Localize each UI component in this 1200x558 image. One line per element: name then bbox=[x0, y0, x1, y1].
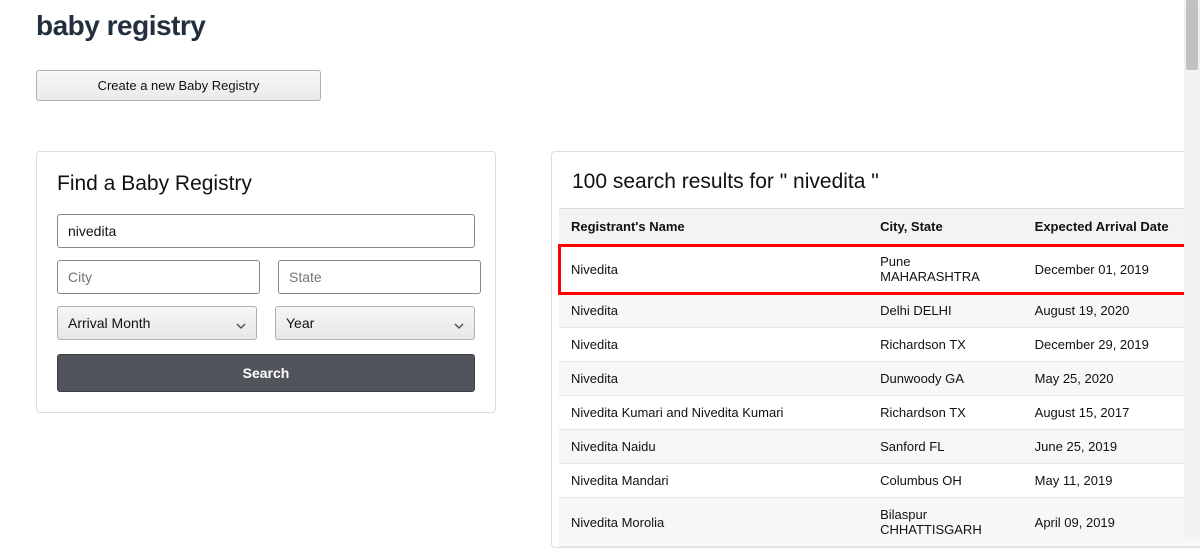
cell-registrant-name: Nivedita bbox=[559, 362, 868, 396]
cell-registrant-name: Nivedita Mandari bbox=[559, 464, 868, 498]
cell-city-state: Bilaspur CHHATTISGARH bbox=[868, 498, 1023, 547]
city-input[interactable] bbox=[57, 260, 260, 294]
cell-city-state: Columbus OH bbox=[868, 464, 1023, 498]
cell-expected-date: June 25, 2019 bbox=[1023, 430, 1200, 464]
cell-expected-date: August 15, 2017 bbox=[1023, 396, 1200, 430]
cell-expected-date: August 19, 2020 bbox=[1023, 294, 1200, 328]
col-head-date: Expected Arrival Date bbox=[1023, 209, 1200, 245]
cell-registrant-name: Nivedita bbox=[559, 294, 868, 328]
arrival-month-label: Arrival Month bbox=[68, 315, 150, 331]
cell-expected-date: May 25, 2020 bbox=[1023, 362, 1200, 396]
table-row[interactable]: Nivedita MoroliaBilaspur CHHATTISGARHApr… bbox=[559, 498, 1200, 547]
cell-city-state: Dunwoody GA bbox=[868, 362, 1023, 396]
cell-expected-date: December 29, 2019 bbox=[1023, 328, 1200, 362]
results-title: 100 search results for " nivedita " bbox=[552, 152, 1200, 208]
chevron-down-icon bbox=[236, 318, 246, 328]
chevron-down-icon bbox=[454, 318, 464, 328]
table-row[interactable]: Nivedita Kumari and Nivedita KumariRicha… bbox=[559, 396, 1200, 430]
arrival-month-select[interactable]: Arrival Month bbox=[57, 306, 257, 340]
page-title: baby registry bbox=[36, 10, 1164, 42]
table-row[interactable]: Nivedita NaiduSanford FLJune 25, 2019 bbox=[559, 430, 1200, 464]
col-head-name: Registrant's Name bbox=[559, 209, 868, 245]
cell-expected-date: May 11, 2019 bbox=[1023, 464, 1200, 498]
find-registry-title: Find a Baby Registry bbox=[57, 172, 475, 196]
cell-expected-date: December 01, 2019 bbox=[1023, 245, 1200, 294]
table-row[interactable]: NiveditaRichardson TXDecember 29, 2019 bbox=[559, 328, 1200, 362]
cell-city-state: Delhi DELHI bbox=[868, 294, 1023, 328]
year-select[interactable]: Year bbox=[275, 306, 475, 340]
scrollbar-thumb[interactable] bbox=[1186, 0, 1198, 70]
results-card: 100 search results for " nivedita " Regi… bbox=[551, 151, 1200, 548]
scrollbar[interactable] bbox=[1184, 0, 1200, 537]
table-row[interactable]: Nivedita MandariColumbus OHMay 11, 2019 bbox=[559, 464, 1200, 498]
table-row[interactable]: NiveditaDunwoody GAMay 25, 2020 bbox=[559, 362, 1200, 396]
table-row[interactable]: NiveditaPune MAHARASHTRADecember 01, 201… bbox=[559, 245, 1200, 294]
cell-registrant-name: Nivedita bbox=[559, 328, 868, 362]
create-registry-button[interactable]: Create a new Baby Registry bbox=[36, 70, 321, 101]
table-row[interactable]: NiveditaDelhi DELHIAugust 19, 2020 bbox=[559, 294, 1200, 328]
results-table: Registrant's Name City, State Expected A… bbox=[559, 208, 1200, 547]
state-input[interactable] bbox=[278, 260, 481, 294]
cell-registrant-name: Nivedita Kumari and Nivedita Kumari bbox=[559, 396, 868, 430]
search-button[interactable]: Search bbox=[57, 354, 475, 392]
cell-expected-date: April 09, 2019 bbox=[1023, 498, 1200, 547]
cell-registrant-name: Nivedita bbox=[559, 245, 868, 294]
cell-city-state: Richardson TX bbox=[868, 328, 1023, 362]
col-head-city: City, State bbox=[868, 209, 1023, 245]
cell-registrant-name: Nivedita Morolia bbox=[559, 498, 868, 547]
cell-city-state: Richardson TX bbox=[868, 396, 1023, 430]
registrant-name-input[interactable] bbox=[57, 214, 475, 248]
cell-city-state: Sanford FL bbox=[868, 430, 1023, 464]
cell-city-state: Pune MAHARASHTRA bbox=[868, 245, 1023, 294]
cell-registrant-name: Nivedita Naidu bbox=[559, 430, 868, 464]
find-registry-card: Find a Baby Registry Arrival Month Year … bbox=[36, 151, 496, 413]
year-label: Year bbox=[286, 315, 314, 331]
